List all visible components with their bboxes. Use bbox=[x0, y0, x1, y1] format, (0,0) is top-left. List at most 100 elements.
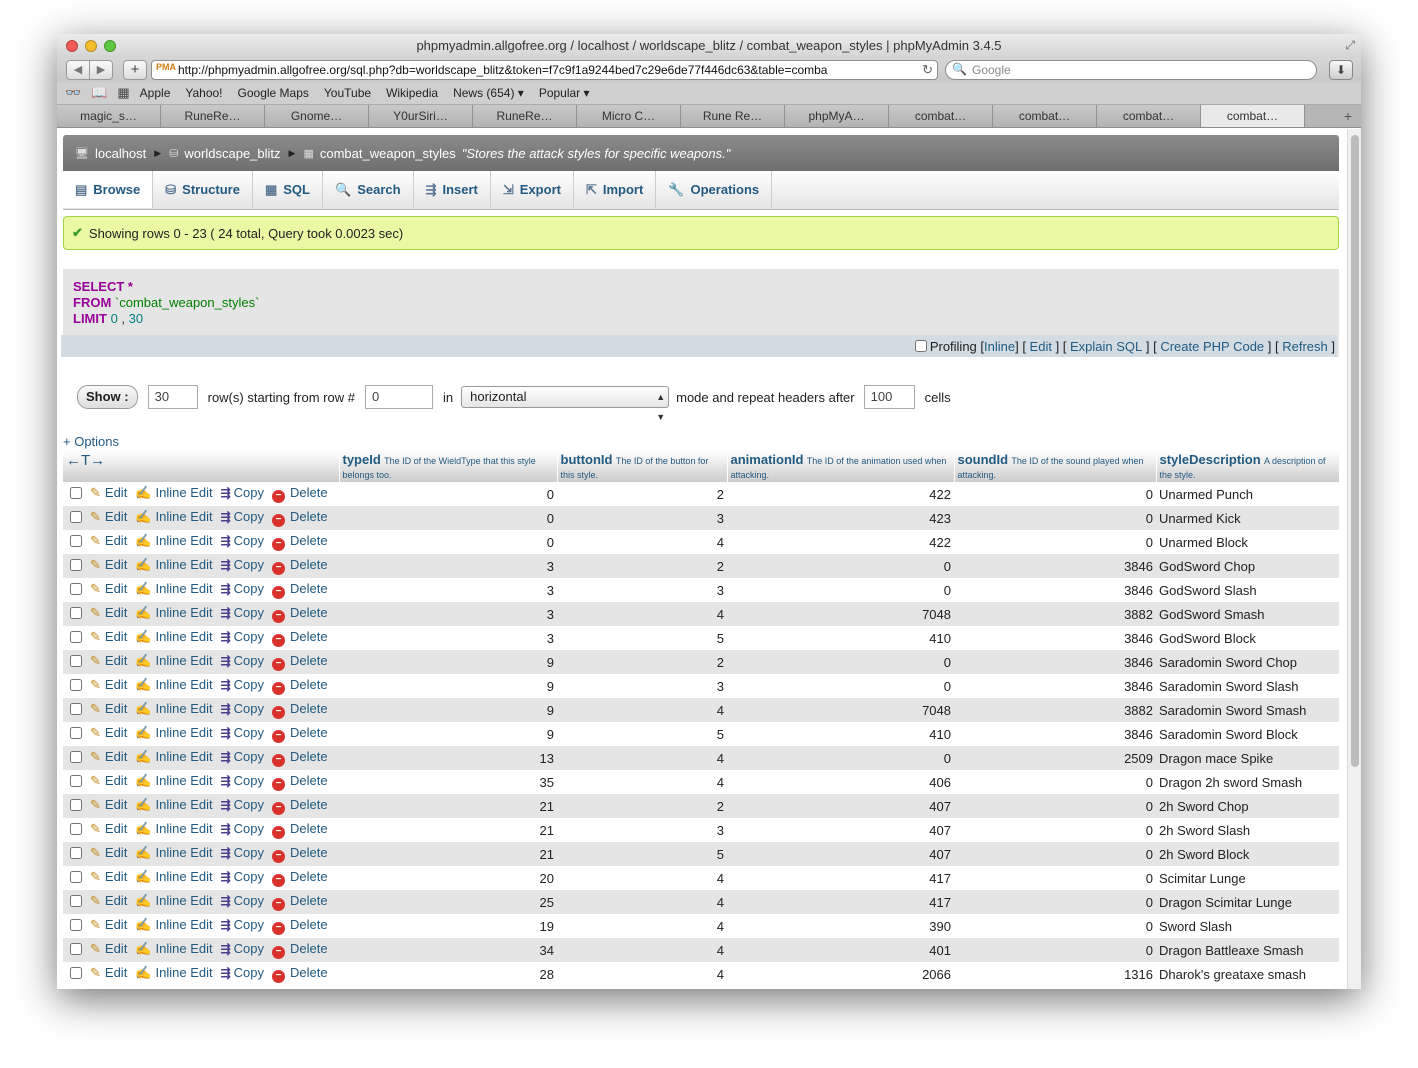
column-header-styledescription[interactable]: styleDescription A description of the st… bbox=[1156, 451, 1340, 482]
delete-link[interactable]: Delete bbox=[290, 797, 328, 812]
cell-buttonid[interactable]: 4 bbox=[557, 746, 727, 770]
row-checkbox[interactable] bbox=[70, 823, 82, 835]
cell-soundid[interactable]: 0 bbox=[954, 890, 1156, 914]
minimize-window-button[interactable] bbox=[85, 40, 97, 52]
bookmark-apple[interactable]: Apple bbox=[140, 86, 171, 100]
cell-animationid[interactable]: 390 bbox=[727, 914, 954, 938]
cell-animationid[interactable]: 407 bbox=[727, 794, 954, 818]
row-checkbox[interactable] bbox=[70, 631, 82, 643]
close-window-button[interactable] bbox=[66, 40, 78, 52]
delete-link[interactable]: Delete bbox=[290, 893, 328, 908]
row-checkbox[interactable] bbox=[70, 751, 82, 763]
start-row-input[interactable]: 0 bbox=[364, 385, 433, 409]
copy-link[interactable]: Copy bbox=[234, 605, 264, 620]
cell-animationid[interactable]: 7048 bbox=[727, 602, 954, 626]
copy-link[interactable]: Copy bbox=[234, 749, 264, 764]
cell-buttonid[interactable]: 2 bbox=[557, 554, 727, 578]
cell-animationid[interactable]: 0 bbox=[727, 554, 954, 578]
copy-link[interactable]: Copy bbox=[234, 485, 264, 500]
cell-soundid[interactable]: 3846 bbox=[954, 626, 1156, 650]
cell-soundid[interactable]: 3882 bbox=[954, 602, 1156, 626]
inline-edit-link[interactable]: Inline Edit bbox=[156, 917, 213, 932]
cell-animationid[interactable]: 417 bbox=[727, 866, 954, 890]
cell-animationid[interactable]: 7048 bbox=[727, 698, 954, 722]
cell-animationid[interactable]: 423 bbox=[727, 506, 954, 530]
cell-styledescription[interactable]: GodSword Chop bbox=[1156, 554, 1339, 578]
edit-link[interactable]: Edit bbox=[105, 845, 127, 860]
delete-link[interactable]: Delete bbox=[290, 965, 328, 980]
cell-styledescription[interactable]: Unarmed Kick bbox=[1156, 506, 1339, 530]
cell-styledescription[interactable]: GodSword Smash bbox=[1156, 602, 1339, 626]
browser-tab[interactable]: magic_s… bbox=[57, 105, 161, 127]
row-checkbox[interactable] bbox=[70, 511, 82, 523]
forward-button[interactable]: ▶ bbox=[89, 61, 112, 79]
tab-import[interactable]: ⇱ Import bbox=[574, 171, 657, 208]
browser-tab[interactable]: Micro C… bbox=[577, 105, 681, 127]
inline-link[interactable]: Inline bbox=[984, 339, 1015, 354]
edit-link[interactable]: Edit bbox=[105, 893, 127, 908]
cell-styledescription[interactable]: GodSword Block bbox=[1156, 626, 1339, 650]
row-checkbox[interactable] bbox=[70, 583, 82, 595]
inline-edit-link[interactable]: Inline Edit bbox=[156, 773, 213, 788]
delete-link[interactable]: Delete bbox=[290, 509, 328, 524]
bookmark-news[interactable]: News (654) ▾ bbox=[453, 86, 524, 100]
copy-link[interactable]: Copy bbox=[234, 677, 264, 692]
cell-soundid[interactable]: 1316 bbox=[954, 962, 1156, 986]
cell-styledescription[interactable]: Saradomin Sword Chop bbox=[1156, 650, 1339, 674]
inline-edit-link[interactable]: Inline Edit bbox=[156, 653, 213, 668]
zoom-window-button[interactable] bbox=[104, 40, 116, 52]
row-checkbox[interactable] bbox=[70, 847, 82, 859]
cell-buttonid[interactable]: 4 bbox=[557, 962, 727, 986]
cell-animationid[interactable]: 422 bbox=[727, 482, 954, 506]
cell-typeid[interactable]: 9 bbox=[339, 722, 557, 746]
column-header-animationid[interactable]: animationId The ID of the animation used… bbox=[727, 451, 955, 482]
cell-soundid[interactable]: 2509 bbox=[954, 746, 1156, 770]
tab-browse[interactable]: ▤ Browse bbox=[63, 171, 154, 208]
edit-link[interactable]: Edit bbox=[105, 533, 127, 548]
row-checkbox[interactable] bbox=[70, 799, 82, 811]
row-checkbox[interactable] bbox=[70, 679, 82, 691]
downloads-button[interactable]: ⬇ bbox=[1329, 60, 1353, 80]
cell-styledescription[interactable]: Dharok's greataxe smash bbox=[1156, 962, 1339, 986]
edit-sql-link[interactable]: Edit bbox=[1030, 339, 1052, 354]
cell-typeid[interactable]: 13 bbox=[339, 746, 557, 770]
row-checkbox[interactable] bbox=[70, 487, 82, 499]
cell-animationid[interactable]: 422 bbox=[727, 530, 954, 554]
cell-buttonid[interactable]: 5 bbox=[557, 626, 727, 650]
copy-link[interactable]: Copy bbox=[234, 509, 264, 524]
cell-styledescription[interactable]: Saradomin Sword Smash bbox=[1156, 698, 1339, 722]
cell-soundid[interactable]: 0 bbox=[954, 842, 1156, 866]
breadcrumb-server[interactable]: localhost bbox=[95, 146, 146, 161]
tab-search[interactable]: 🔍 Search bbox=[323, 171, 414, 208]
delete-link[interactable]: Delete bbox=[290, 629, 328, 644]
copy-link[interactable]: Copy bbox=[234, 701, 264, 716]
cell-styledescription[interactable]: Scimitar Lunge bbox=[1156, 866, 1339, 890]
delete-link[interactable]: Delete bbox=[290, 677, 328, 692]
edit-link[interactable]: Edit bbox=[105, 557, 127, 572]
row-checkbox[interactable] bbox=[70, 535, 82, 547]
cell-typeid[interactable]: 21 bbox=[339, 842, 557, 866]
edit-link[interactable]: Edit bbox=[105, 725, 127, 740]
cell-typeid[interactable]: 3 bbox=[339, 602, 557, 626]
cell-styledescription[interactable]: Dragon Battleaxe Smash bbox=[1156, 938, 1339, 962]
cell-soundid[interactable]: 0 bbox=[954, 482, 1156, 506]
cell-animationid[interactable]: 2066 bbox=[727, 962, 954, 986]
edit-link[interactable]: Edit bbox=[105, 941, 127, 956]
cell-typeid[interactable]: 19 bbox=[339, 914, 557, 938]
browser-tab[interactable]: combat… bbox=[889, 105, 993, 127]
top-sites-grid-icon[interactable]: ▦ bbox=[117, 85, 129, 101]
breadcrumb-table[interactable]: combat_weapon_styles bbox=[320, 146, 456, 161]
cell-buttonid[interactable]: 2 bbox=[557, 794, 727, 818]
cell-typeid[interactable]: 9 bbox=[339, 650, 557, 674]
cell-animationid[interactable]: 0 bbox=[727, 650, 954, 674]
sql-query[interactable]: SELECT * FROM `combat_weapon_styles` LIM… bbox=[73, 279, 259, 327]
tab-export[interactable]: ⇲ Export bbox=[491, 171, 574, 208]
cell-styledescription[interactable]: Dragon Scimitar Lunge bbox=[1156, 890, 1339, 914]
cell-soundid[interactable]: 0 bbox=[954, 914, 1156, 938]
cell-buttonid[interactable]: 4 bbox=[557, 530, 727, 554]
tab-operations[interactable]: 🔧 Operations bbox=[656, 171, 773, 208]
cell-styledescription[interactable]: 2h Sword Block bbox=[1156, 842, 1339, 866]
edit-link[interactable]: Edit bbox=[105, 701, 127, 716]
cell-buttonid[interactable]: 2 bbox=[557, 650, 727, 674]
delete-link[interactable]: Delete bbox=[290, 749, 328, 764]
